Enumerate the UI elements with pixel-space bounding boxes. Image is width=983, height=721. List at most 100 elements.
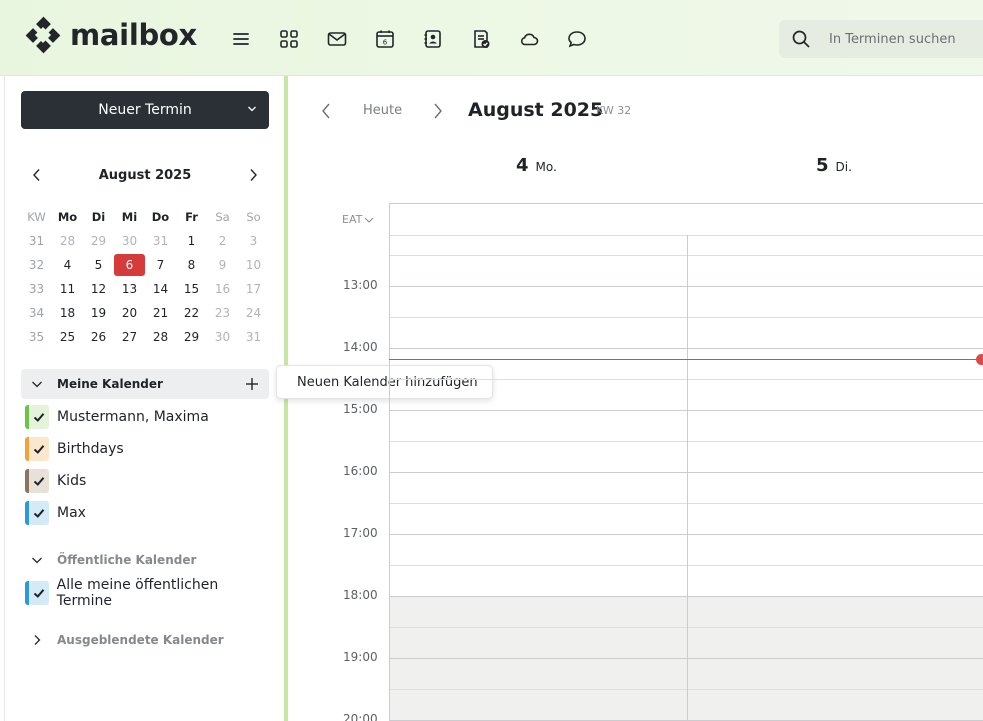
day-number: 4 bbox=[516, 155, 529, 176]
mini-calendar-day[interactable]: 25 bbox=[52, 326, 83, 348]
apps-grid-icon[interactable] bbox=[274, 26, 322, 52]
mail-icon[interactable] bbox=[322, 26, 370, 52]
search-box[interactable] bbox=[779, 20, 983, 58]
checkmark-icon bbox=[33, 509, 45, 518]
calendar-checkbox[interactable] bbox=[25, 405, 49, 429]
calendar-color-swatch bbox=[25, 581, 29, 605]
mini-calendar-week-row: 31 28 29 30 31 1 2 3 bbox=[21, 229, 269, 253]
add-calendar-icon[interactable] bbox=[245, 377, 259, 391]
mailbox-logo[interactable]: mailbox bbox=[24, 16, 197, 54]
chevron-down-icon[interactable] bbox=[31, 378, 43, 390]
mini-calendar-day[interactable]: 3 bbox=[238, 230, 269, 252]
mini-calendar-day[interactable]: 28 bbox=[145, 326, 176, 348]
calendar-icon-day: 6 bbox=[383, 39, 388, 47]
mini-calendar-day[interactable]: 31 bbox=[238, 326, 269, 348]
menu-icon[interactable] bbox=[226, 26, 274, 52]
hidden-calendars-header[interactable]: Ausgeblendete Kalender bbox=[21, 625, 269, 655]
checkmark-icon bbox=[33, 477, 45, 486]
checkmark-icon bbox=[33, 445, 45, 454]
calendar-checkbox[interactable] bbox=[25, 581, 49, 605]
mini-calendar-day[interactable]: 14 bbox=[145, 278, 176, 300]
mini-calendar-day[interactable]: 18 bbox=[52, 302, 83, 324]
new-appointment-button[interactable]: Neuer Termin bbox=[21, 91, 269, 129]
mini-calendar-header-cell: Fr bbox=[185, 210, 198, 224]
chevron-right-icon[interactable] bbox=[31, 634, 43, 646]
mini-calendar-day[interactable]: 26 bbox=[83, 326, 114, 348]
timezone-label: EAT bbox=[342, 213, 363, 226]
mini-calendar-day[interactable]: 13 bbox=[114, 278, 145, 300]
mini-calendar-header-cell: Mi bbox=[121, 210, 138, 224]
calendar-list-item[interactable]: Max bbox=[25, 501, 275, 525]
mini-calendar-next-icon[interactable] bbox=[245, 167, 261, 183]
calendar-color-swatch bbox=[25, 469, 29, 493]
mini-calendar-week-row: 33 11 12 13 14 15 16 17 bbox=[21, 277, 269, 301]
time-label: 19:00 bbox=[343, 650, 378, 664]
mini-calendar-day[interactable]: 22 bbox=[176, 302, 207, 324]
calendar-list-item[interactable]: Kids bbox=[25, 469, 275, 493]
mini-calendar-day[interactable]: 24 bbox=[238, 302, 269, 324]
mini-calendar-day[interactable]: 12 bbox=[83, 278, 114, 300]
mini-calendar-day[interactable]: 19 bbox=[83, 302, 114, 324]
week-grid[interactable] bbox=[389, 203, 983, 721]
mini-calendar-day[interactable]: 30 bbox=[207, 326, 238, 348]
mini-calendar-weekday-row: KW Mo Di Mi Do Fr Sa So bbox=[21, 205, 269, 229]
calendar-checkbox[interactable] bbox=[25, 437, 49, 461]
day-header-tuesday[interactable]: 5 Di. bbox=[816, 155, 852, 176]
day-column-divider bbox=[687, 235, 688, 721]
mini-calendar-day[interactable]: 29 bbox=[83, 230, 114, 252]
mini-calendar-day[interactable]: 9 bbox=[207, 254, 238, 276]
mini-calendar-day[interactable]: 15 bbox=[176, 278, 207, 300]
mini-calendar-title: August 2025 bbox=[98, 168, 192, 183]
mini-calendar-day[interactable]: 7 bbox=[145, 254, 176, 276]
mini-calendar-today[interactable]: 6 bbox=[114, 254, 145, 276]
mini-calendar-day[interactable]: 27 bbox=[114, 326, 145, 348]
chevron-down-icon[interactable] bbox=[31, 554, 43, 566]
public-calendars-header[interactable]: Öffentliche Kalender bbox=[21, 545, 269, 575]
top-header: mailbox 6 bbox=[0, 0, 983, 76]
today-button[interactable]: Heute bbox=[363, 103, 402, 118]
app-nav: 6 bbox=[226, 26, 610, 52]
calendar-list-item[interactable]: Mustermann, Maxima bbox=[25, 405, 275, 429]
mini-calendar-day[interactable]: 29 bbox=[176, 326, 207, 348]
chat-icon[interactable] bbox=[562, 26, 610, 52]
time-label: 17:00 bbox=[343, 526, 378, 540]
mini-calendar-grid: KW Mo Di Mi Do Fr Sa So 31 28 29 30 31 1 2 3 32 4… bbox=[21, 205, 269, 349]
mini-calendar-day[interactable]: 2 bbox=[207, 230, 238, 252]
calendar-checkbox[interactable] bbox=[25, 469, 49, 493]
mini-calendar-day[interactable]: 17 bbox=[238, 278, 269, 300]
mini-calendar-day[interactable]: 5 bbox=[83, 254, 114, 276]
mini-calendar-day[interactable]: 10 bbox=[238, 254, 269, 276]
calendar-list-item[interactable]: Alle meine öffentlichen Termine bbox=[25, 577, 275, 609]
mini-calendar-week-row: 32 4 5 6 7 8 9 10 bbox=[21, 253, 269, 277]
mini-calendar-day[interactable]: 4 bbox=[52, 254, 83, 276]
mini-calendar-day[interactable]: 28 bbox=[52, 230, 83, 252]
calendar-checkbox[interactable] bbox=[25, 501, 49, 525]
calendar-list-item[interactable]: Birthdays bbox=[25, 437, 275, 461]
mini-calendar-day[interactable]: 30 bbox=[114, 230, 145, 252]
mini-calendar-day[interactable]: 16 bbox=[207, 278, 238, 300]
calendar-icon[interactable]: 6 bbox=[370, 26, 418, 52]
search-input[interactable] bbox=[829, 31, 969, 47]
mini-calendar-day[interactable]: 31 bbox=[145, 230, 176, 252]
mini-calendar-header: August 2025 bbox=[21, 162, 269, 190]
next-week-icon[interactable] bbox=[430, 102, 446, 120]
calendar-name: Birthdays bbox=[57, 441, 124, 457]
mini-calendar-day[interactable]: 1 bbox=[176, 230, 207, 252]
mini-calendar-day[interactable]: 23 bbox=[207, 302, 238, 324]
contacts-icon[interactable] bbox=[418, 26, 466, 52]
time-label: 18:00 bbox=[343, 588, 378, 602]
my-calendars-header[interactable]: Meine Kalender bbox=[21, 369, 269, 399]
chevron-down-icon[interactable] bbox=[247, 104, 257, 114]
mini-calendar-day[interactable]: 11 bbox=[52, 278, 83, 300]
mailbox-logo-icon bbox=[25, 16, 61, 54]
page-title: August 2025 bbox=[468, 99, 604, 121]
day-header-monday[interactable]: 4 Mo. bbox=[516, 155, 557, 176]
cloud-icon[interactable] bbox=[514, 26, 562, 52]
chevron-down-icon bbox=[364, 217, 374, 223]
timezone-selector[interactable]: EAT bbox=[342, 213, 374, 226]
tasks-icon[interactable] bbox=[466, 26, 514, 52]
mini-calendar-day[interactable]: 8 bbox=[176, 254, 207, 276]
prev-week-icon[interactable] bbox=[318, 102, 334, 120]
mini-calendar-day[interactable]: 20 bbox=[114, 302, 145, 324]
mini-calendar-day[interactable]: 21 bbox=[145, 302, 176, 324]
